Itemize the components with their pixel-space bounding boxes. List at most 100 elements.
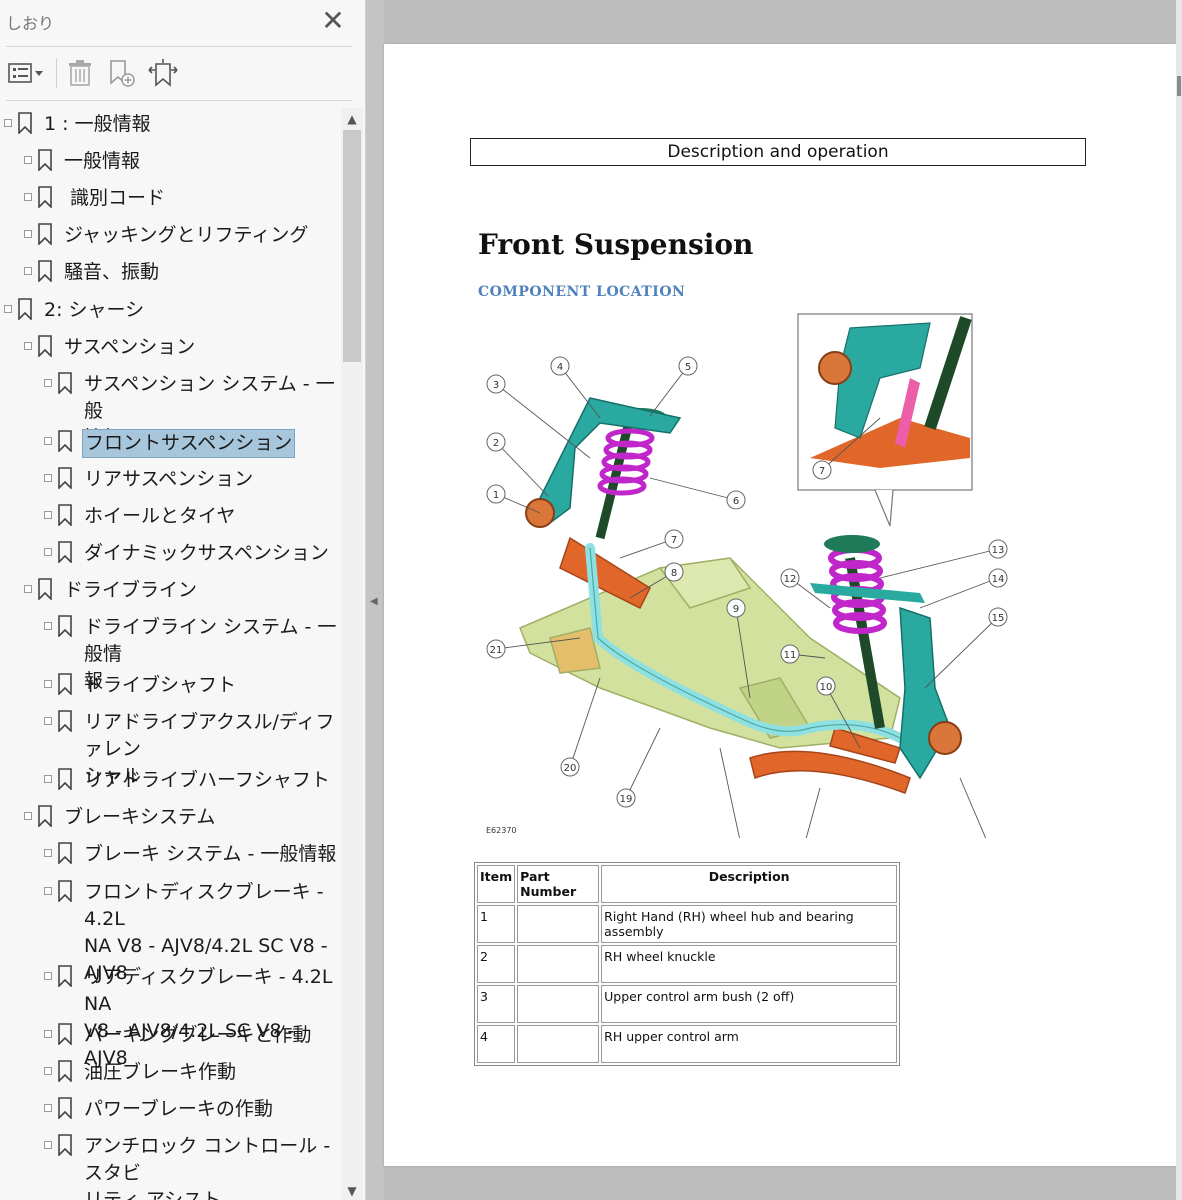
bookmark-icon — [38, 223, 52, 245]
scroll-thumb[interactable] — [343, 130, 361, 362]
callout-7: 7 — [619, 529, 684, 559]
callout-number: 21 — [490, 645, 503, 656]
expand-toggle-icon[interactable] — [24, 812, 32, 820]
scroll-down-button[interactable]: ▼ — [341, 1182, 363, 1200]
bookmark-icon — [18, 112, 32, 134]
leader-line — [495, 383, 591, 459]
list-options-icon — [8, 63, 43, 83]
section-subtitle: COMPONENT LOCATION — [478, 284, 686, 300]
table-cell: 1 — [477, 905, 516, 943]
column-header-item: Item — [477, 865, 516, 903]
expand-toggle-icon[interactable] — [44, 887, 52, 895]
table-cell: RH upper control arm — [601, 1025, 898, 1063]
close-panel-button[interactable]: ✕ — [318, 7, 348, 36]
callout-6: 6 — [649, 477, 746, 510]
document-page: Description and operation Front Suspensi… — [384, 44, 1176, 1166]
callout-20: 20 — [560, 677, 601, 777]
bookmark-label[interactable]: ブレーキ システム - 一般情報 — [84, 841, 336, 868]
bookmark-label[interactable]: リアディスクブレーキ - 4.2L NA V8 - AJV8/4.2L SC V… — [84, 964, 340, 1072]
expand-toggle-icon[interactable] — [44, 474, 52, 482]
callout-4: 4 — [550, 356, 601, 419]
bookmark-label[interactable]: ダイナミックサスペンション — [84, 540, 329, 567]
bookmark-icon — [58, 768, 72, 790]
expand-toggle-icon[interactable] — [44, 1030, 52, 1038]
bookmark-label[interactable]: ドライブシャフト — [84, 672, 236, 699]
table-cell: 3 — [477, 985, 516, 1023]
parts-table: Item Part Number Description 1 Right Hand… — [474, 862, 901, 1066]
leader-line — [495, 441, 549, 497]
bookmark-label[interactable]: リアサスペンション — [84, 466, 253, 493]
bookmark-label[interactable]: アンチロック コントロール - スタビ リティ アシスト — [84, 1133, 340, 1200]
expand-toggle-icon[interactable] — [44, 972, 52, 980]
leader-line — [879, 548, 999, 579]
bookmarks-panel: しおり ✕ 1: 一般情報 一般情報 識別コード ジャッキングとリフティング … — [0, 0, 366, 1200]
new-bookmark-button[interactable] — [104, 56, 138, 90]
bookmark-label[interactable]: 油圧ブレーキ作動 — [84, 1059, 236, 1086]
bookmark-label[interactable]: リアドライブハーフシャフト — [84, 767, 330, 794]
divider — [6, 46, 352, 47]
bookmark-label[interactable]: パーキングブレーキと作動 — [84, 1022, 311, 1049]
find-current-bookmark-button[interactable] — [144, 56, 182, 90]
callout-number: 6 — [733, 496, 739, 507]
callout-number: 7 — [819, 466, 825, 477]
bookmark-icon — [58, 842, 72, 864]
expand-toggle-icon[interactable] — [44, 717, 52, 725]
expand-toggle-icon[interactable] — [24, 156, 32, 164]
callout-14: 14 — [919, 568, 1008, 609]
expand-toggle-icon[interactable] — [44, 1141, 52, 1149]
bookmark-label[interactable]: ブレーキシステム — [64, 804, 215, 831]
close-icon: ✕ — [321, 4, 345, 37]
delete-bookmark-button[interactable] — [64, 56, 96, 90]
expand-toggle-icon[interactable] — [44, 849, 52, 857]
collapse-arrow-icon[interactable]: ◀ — [370, 596, 378, 607]
bookmark-icon — [58, 710, 72, 732]
bookmark-label-selected[interactable]: フロントサスペンション — [82, 429, 296, 458]
document-scrollbar[interactable] — [1176, 0, 1182, 1200]
expand-toggle-icon[interactable] — [44, 680, 52, 688]
front-suspension-illustration: 1234567891011121314151617181920217 — [486, 313, 1008, 838]
leader-line — [719, 747, 740, 838]
bookmark-icon — [58, 1097, 72, 1119]
callout-number: 12 — [784, 574, 797, 585]
bookmark-label[interactable]: サスペンション — [64, 334, 195, 361]
expand-toggle-icon[interactable] — [44, 775, 52, 783]
expand-toggle-icon[interactable] — [44, 379, 52, 387]
scroll-up-button[interactable]: ▲ — [341, 108, 363, 130]
expand-toggle-icon[interactable] — [24, 342, 32, 350]
callout-number: 9 — [733, 604, 739, 615]
bookmark-icon — [38, 149, 52, 171]
bookmark-label[interactable]: 2: シャーシ — [44, 297, 144, 324]
bookmark-label[interactable]: 一般情報 — [64, 148, 140, 175]
bookmark-label[interactable]: 騒音、振動 — [64, 259, 159, 286]
bookmark-label[interactable]: ジャッキングとリフティング — [64, 222, 308, 249]
scroll-thumb[interactable] — [1177, 76, 1181, 96]
expand-toggle-icon[interactable] — [44, 548, 52, 556]
expand-toggle-icon[interactable] — [44, 1104, 52, 1112]
expand-toggle-icon[interactable] — [44, 437, 52, 445]
divider — [6, 100, 352, 101]
callout-15: 15 — [924, 607, 1008, 689]
expand-toggle-icon[interactable] — [44, 511, 52, 519]
bookmarks-scrollbar[interactable]: ▲ ▼ — [341, 108, 363, 1200]
table-cell — [517, 945, 600, 983]
expand-toggle-icon[interactable] — [44, 1067, 52, 1075]
bookmark-label[interactable]: パワーブレーキの作動 — [84, 1096, 273, 1123]
expand-toggle-icon[interactable] — [24, 585, 32, 593]
expand-toggle-icon[interactable] — [4, 305, 12, 313]
callout-number: 2 — [493, 438, 499, 449]
expand-toggle-icon[interactable] — [24, 193, 32, 201]
bookmark-label[interactable]: ドライブライン — [64, 577, 197, 604]
expand-toggle-icon[interactable] — [4, 119, 12, 127]
callout-number: 10 — [820, 682, 833, 693]
bookmark-icon — [58, 673, 72, 695]
bookmark-label[interactable]: 識別コード — [64, 185, 165, 212]
callout-number: 7 — [671, 535, 677, 546]
expand-toggle-icon[interactable] — [44, 622, 52, 630]
bookmark-label[interactable]: 1 : 一般情報 — [44, 111, 151, 138]
bookmark-label[interactable]: ホイールとタイヤ — [84, 503, 235, 530]
bookmark-icon — [58, 372, 72, 394]
expand-toggle-icon[interactable] — [24, 230, 32, 238]
panel-splitter[interactable]: ◀ — [366, 0, 384, 1200]
expand-toggle-icon[interactable] — [24, 267, 32, 275]
options-menu-button[interactable] — [6, 56, 46, 90]
